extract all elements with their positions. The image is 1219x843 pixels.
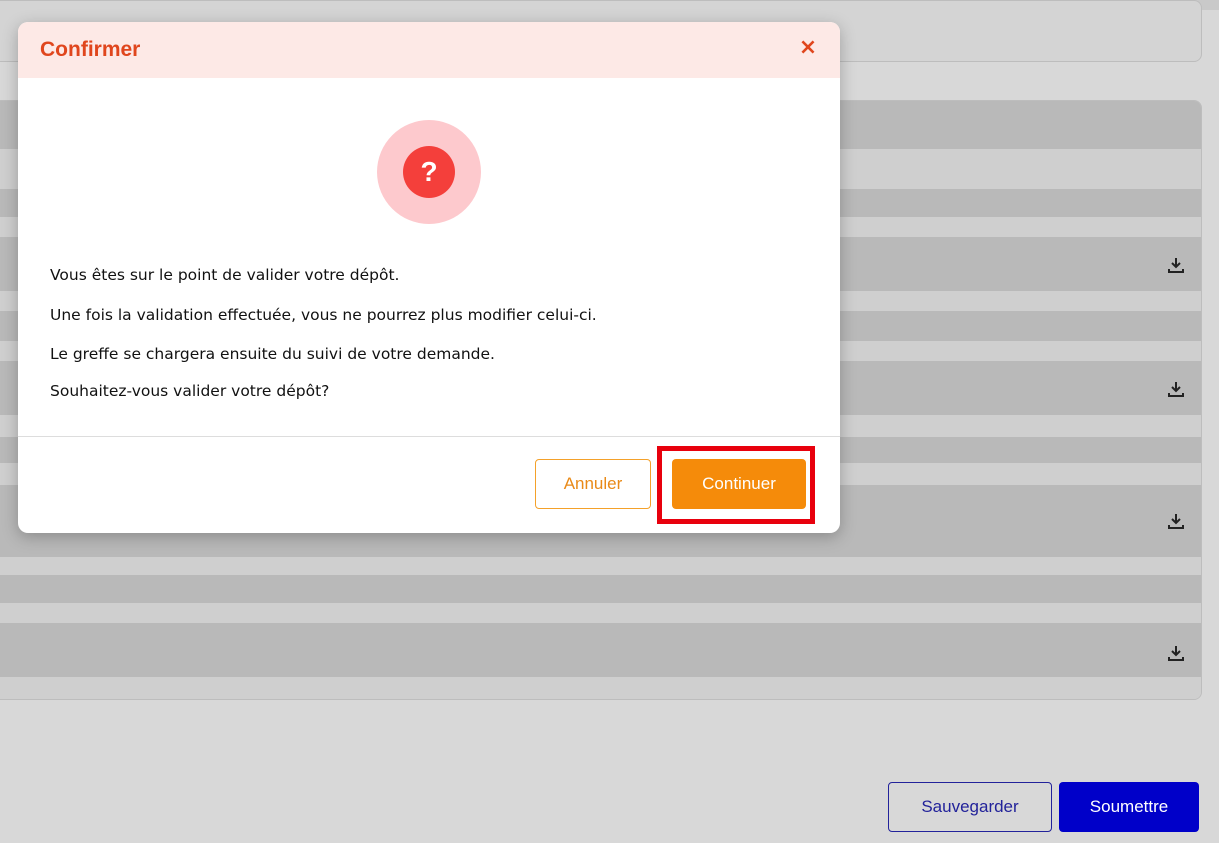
table-row [0,677,1201,699]
table-row [0,623,1201,677]
submit-button[interactable]: Soumettre [1059,782,1199,832]
question-mark: ? [403,146,455,198]
confirm-dialog: Confirmer × ? Vous êtes sur le point de … [18,22,840,533]
dialog-message-line: Souhaitez-vous valider votre dépôt? [50,382,330,400]
dialog-message-line: Le greffe se chargera ensuite du suivi d… [50,345,495,363]
download-icon[interactable] [1167,644,1185,662]
table-row [0,557,1201,575]
continue-button[interactable]: Continuer [672,459,806,509]
download-icon[interactable] [1167,380,1185,398]
question-icon: ? [377,120,481,224]
dialog-message-line: Vous êtes sur le point de valider votre … [50,266,400,284]
screen: Sauvegarder Soumettre Confirmer × ? Vous… [0,0,1219,843]
close-icon[interactable]: × [796,36,820,60]
download-icon[interactable] [1167,256,1185,274]
save-button[interactable]: Sauvegarder [888,782,1052,832]
dialog-header: Confirmer × [18,22,840,78]
download-icon[interactable] [1167,512,1185,530]
table-row [0,575,1201,603]
dialog-title: Confirmer [40,38,141,61]
dialog-divider [18,436,840,437]
table-row [0,603,1201,623]
cancel-button[interactable]: Annuler [535,459,651,509]
dialog-message-line: Une fois la validation effectuée, vous n… [50,306,597,324]
